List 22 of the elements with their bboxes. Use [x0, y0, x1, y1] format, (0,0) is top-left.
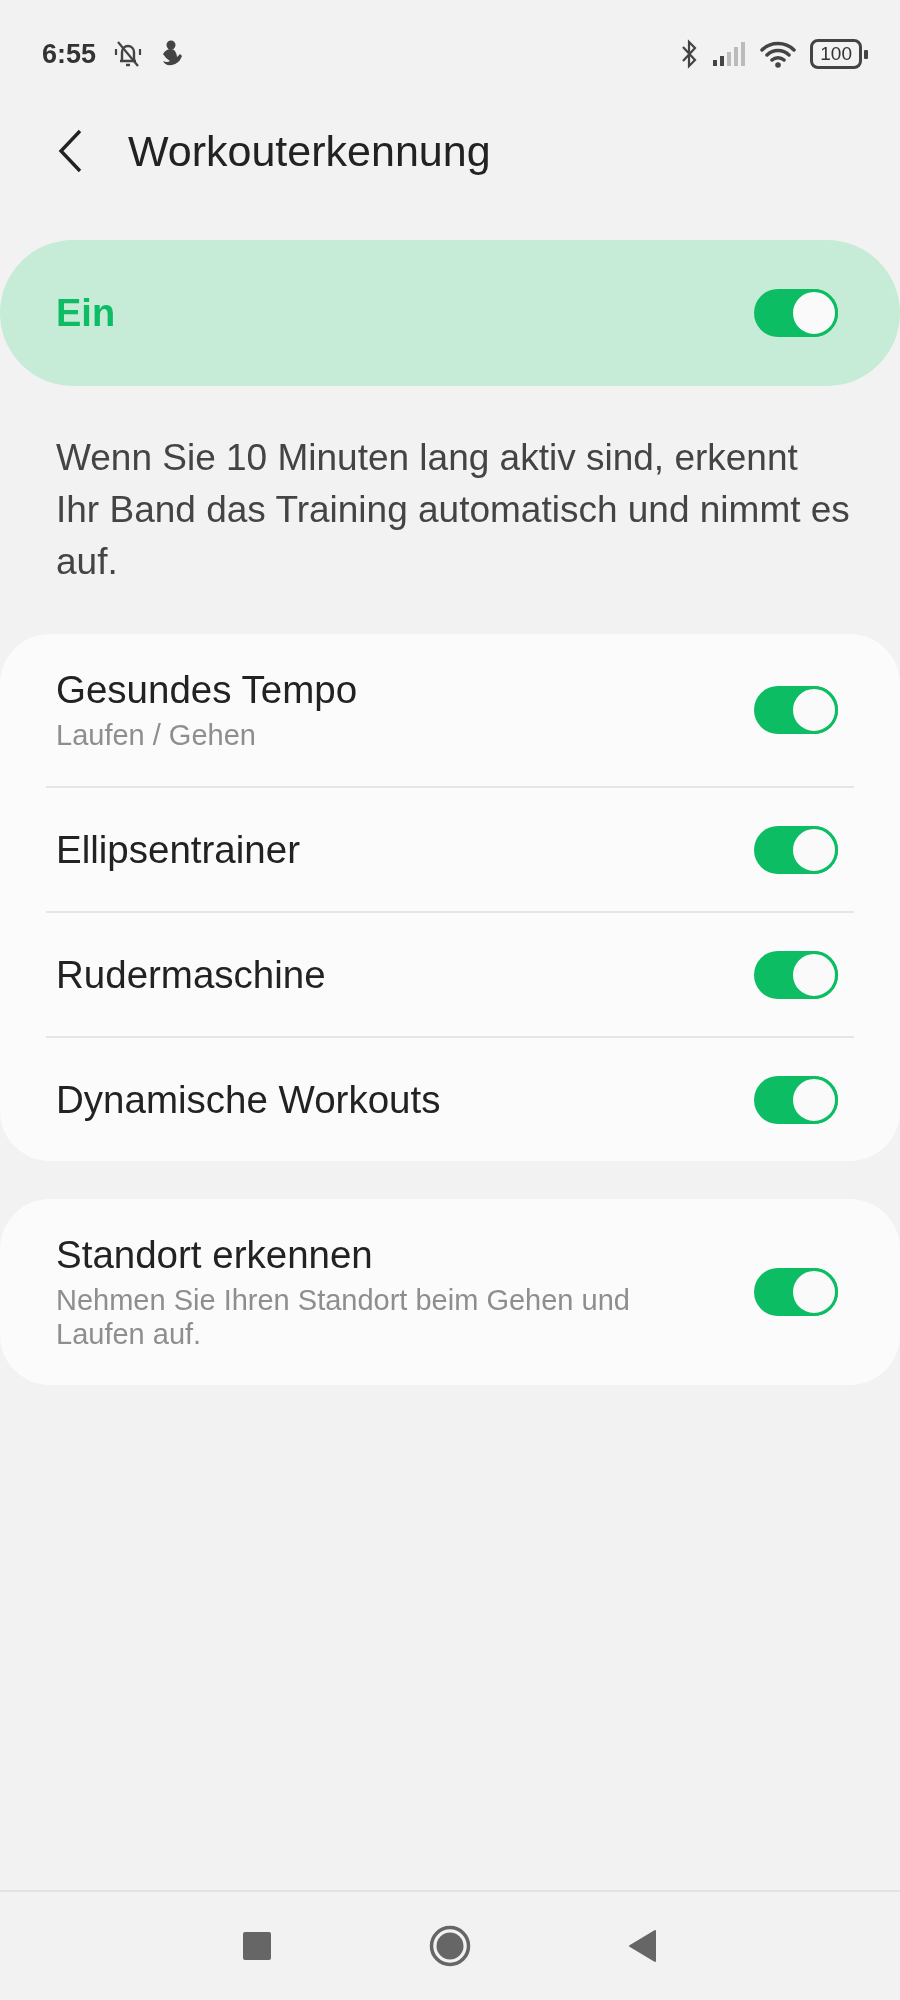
clock: 6:55: [42, 38, 97, 70]
setting-title: Standort erkennen: [56, 1233, 374, 1277]
toggle-switch[interactable]: [754, 289, 838, 337]
setting-title: Gesundes Tempo: [56, 668, 359, 712]
description-text: Wenn Sie 10 Minuten lang aktiv sind, erkennt Ihr Band das Training automatisch und nimmt es auf.: [56, 436, 850, 584]
home-circle-icon[interactable]: [429, 1925, 471, 1967]
toggle-switch[interactable]: [754, 1268, 838, 1316]
signal-icon: [712, 41, 747, 67]
setting-title: Dynamische Workouts: [56, 1077, 442, 1122]
page-title: Workouterkennung: [128, 126, 491, 176]
setting-description: Laufen / Gehen: [56, 718, 257, 752]
toggle-switch[interactable]: [754, 950, 838, 999]
toggle-switch[interactable]: [754, 825, 838, 874]
setting-description: Nehmen Sie Ihren Standort beim Gehen und Laufen auf.: [56, 1283, 631, 1351]
setting-title: Ellipsentrainer: [56, 827, 301, 872]
back-triangle-icon[interactable]: [629, 1930, 657, 1962]
bluetooth-icon: [680, 39, 699, 69]
toggle-switch[interactable]: [754, 1075, 838, 1124]
wifi-icon: [760, 40, 797, 68]
toggle-switch[interactable]: [754, 686, 838, 734]
setting-title: Rudermaschine: [56, 952, 327, 997]
switch-label: Ein: [56, 291, 117, 335]
